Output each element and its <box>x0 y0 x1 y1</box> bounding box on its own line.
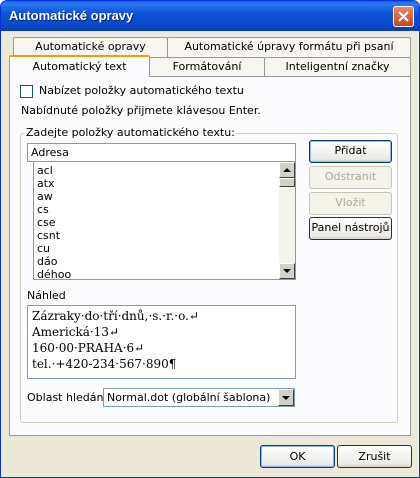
lookin-value: Normal.dot (globální šablona) <box>107 391 271 404</box>
offer-autotext-checkbox[interactable] <box>20 85 33 98</box>
close-icon <box>398 11 409 22</box>
preview-line: Americká·13↵ <box>32 325 120 339</box>
delete-button-label: Odstranit <box>324 170 377 183</box>
tab-label: Inteligentní značky <box>285 60 390 73</box>
tab-autoformat-as-you-type[interactable]: Automatické úpravy formátu při psaní <box>167 37 411 57</box>
tab-label: Formátování <box>172 60 242 73</box>
cancel-button[interactable]: Zrušit <box>337 445 412 468</box>
scroll-down-button[interactable] <box>279 263 295 279</box>
ok-button[interactable]: OK <box>260 445 335 468</box>
list-item[interactable]: dáo <box>34 255 279 268</box>
tab-label: Automatické opravy <box>35 40 146 53</box>
list-item[interactable]: atx <box>34 177 279 190</box>
preview-label: Náhled <box>27 289 66 302</box>
arrow-up-icon <box>283 168 291 172</box>
preview-line: Zázraky·do·tří·dnů,·s.·r.·o.↵ <box>32 309 199 323</box>
ok-button-label: OK <box>289 450 306 463</box>
tab-label: Automatický text <box>32 60 127 73</box>
toolbar-button[interactable]: Panel nástrojů <box>309 217 392 240</box>
preview-line: tel.·+420-234·567·890¶ <box>32 357 177 371</box>
title-bar[interactable]: Automatické opravy <box>1 1 419 31</box>
entry-group-label: Zadejte položky automatického textu: <box>24 126 237 139</box>
preview-line: 160·00·PRAHA·6↵ <box>32 341 145 355</box>
list-scrollbar[interactable] <box>279 162 295 279</box>
list-item[interactable]: acl <box>34 164 279 177</box>
lookin-combobox[interactable]: Normal.dot (globální šablona) <box>103 388 295 407</box>
scroll-thumb[interactable] <box>279 178 295 187</box>
arrow-down-icon <box>283 269 291 273</box>
list-item[interactable]: cs <box>34 203 279 216</box>
window-title: Automatické opravy <box>9 8 134 23</box>
tab-panel-autotext: Nabízet položky automatického textu Nabí… <box>9 76 411 436</box>
list-item[interactable]: déhoo <box>34 268 279 279</box>
offer-autotext-label[interactable]: Nabízet položky automatického textu <box>39 84 244 97</box>
insert-button-label: Vložit <box>335 196 366 209</box>
preview-box: Zázraky·do·tří·dnů,·s.·r.·o.↵ Americká·1… <box>27 305 296 379</box>
toolbar-button-label: Panel nástrojů <box>311 221 390 234</box>
lookin-dropdown-button[interactable] <box>278 389 294 406</box>
chevron-down-icon <box>282 396 290 400</box>
autotext-items: acl atx aw cs cse csnt cu dáo déhoo <box>34 164 279 279</box>
scroll-up-button[interactable] <box>279 162 295 178</box>
autotext-list[interactable]: acl atx aw cs cse csnt cu dáo déhoo <box>33 161 296 280</box>
delete-button[interactable]: Odstranit <box>309 166 392 189</box>
list-item[interactable]: cu <box>34 242 279 255</box>
tab-formatting[interactable]: Formátování <box>149 57 265 77</box>
list-item[interactable]: aw <box>34 190 279 203</box>
add-button[interactable]: Přidat <box>309 140 392 163</box>
dialog-window: Automatické opravy Automatické opravy Au… <box>0 0 420 478</box>
cancel-button-label: Zrušit <box>358 450 391 463</box>
tab-automatic-corrections[interactable]: Automatické opravy <box>13 37 168 57</box>
tab-autotext[interactable]: Automatický text <box>9 55 150 77</box>
insert-button[interactable]: Vložit <box>309 192 392 215</box>
lookin-label: Oblast hledání: <box>27 391 111 404</box>
autotext-name-input[interactable]: Adresa <box>27 143 296 162</box>
list-item[interactable]: csnt <box>34 229 279 242</box>
tab-label: Automatické úpravy formátu při psaní <box>184 40 394 53</box>
close-button[interactable] <box>393 6 414 27</box>
tab-smart-tags[interactable]: Inteligentní značky <box>264 57 411 77</box>
add-button-label: Přidat <box>334 144 367 157</box>
hint-text: Nabídnuté položky přijmete klávesou Ente… <box>21 104 261 117</box>
list-item[interactable]: cse <box>34 216 279 229</box>
